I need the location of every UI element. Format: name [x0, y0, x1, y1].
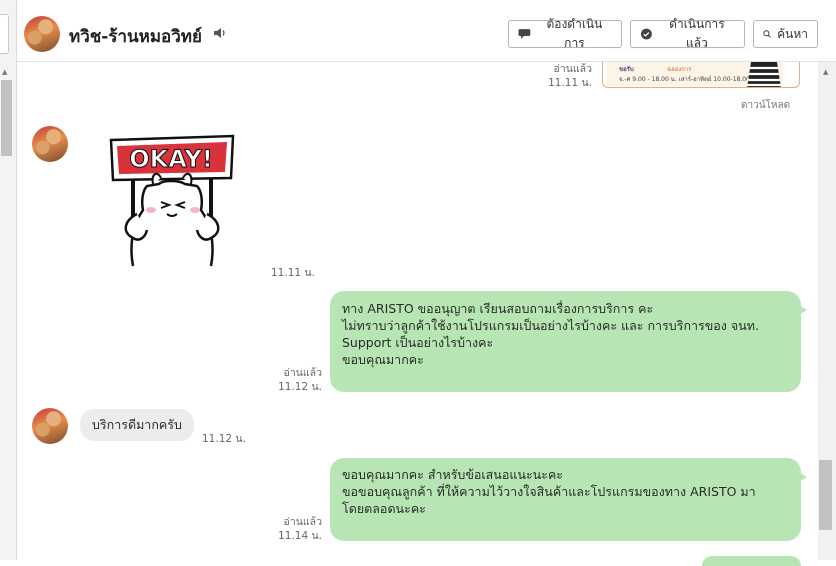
- scroll-up-arrow-icon[interactable]: ▲: [823, 68, 828, 76]
- read-receipt: อ่านแล้ว: [283, 516, 322, 528]
- outgoing-message[interactable]: ขอบคุณมากคะ สำหรับข้อเสนอแนะนะคะ ขอขอบคุ…: [330, 458, 807, 541]
- chat-check-icon: [640, 28, 652, 39]
- message-line: ขอขอบคุณลูกค้า ที่ให้ความไว้วางใจสินค้าแ…: [342, 484, 756, 499]
- bubble-tail: [799, 305, 807, 315]
- message-meta: อ่านแล้ว 11.11 น.: [540, 62, 592, 90]
- chat-bubble-icon: [518, 29, 531, 39]
- chat-title: ทวิช-ร้านหมอวิทย์: [69, 27, 202, 47]
- left-scrollbar-thumb[interactable]: [1, 80, 12, 156]
- sender-avatar[interactable]: [32, 408, 68, 444]
- okay-sticker[interactable]: OKAY!: [107, 134, 237, 270]
- message-line: Support เป็นอย่างไรบ้างคะ: [342, 335, 494, 350]
- read-receipt: อ่านแล้ว: [283, 367, 322, 379]
- left-panel-input-edge[interactable]: [0, 14, 9, 54]
- search-icon: [763, 30, 771, 38]
- message-line: ขอบคุณมากคะ: [342, 352, 424, 367]
- message-line: ทาง ARISTO ขออนุญาต เรียนสอบถามเรื่องการ…: [342, 301, 654, 316]
- message-line: ขอบคุณมากคะ สำหรับข้อเสนอแนะนะคะ: [342, 467, 564, 482]
- left-panel-edge: ▲: [0, 0, 17, 560]
- left-scroll-up-arrow-icon[interactable]: ▲: [2, 68, 7, 76]
- search-button-label: ค้นหา: [777, 26, 808, 41]
- sender-avatar[interactable]: [32, 126, 68, 162]
- done-button-label: ดำเนินการแล้ว: [669, 17, 725, 50]
- sticker-cheek: [146, 207, 156, 213]
- incoming-message[interactable]: บริการดีมากครับ: [80, 409, 194, 441]
- message-meta: อ่านแล้ว 11.12 น.: [270, 366, 322, 394]
- done-button[interactable]: ดำเนินการแล้ว: [630, 17, 745, 50]
- image-text-2: ฉลองการ: [667, 66, 692, 73]
- scrollbar-thumb[interactable]: [819, 460, 832, 530]
- image-text-1: ขอรับ: [619, 66, 634, 73]
- chat-scrollbar[interactable]: ▲: [818, 62, 836, 560]
- download-link[interactable]: ดาวน์โหลด: [741, 98, 790, 113]
- search-button[interactable]: ค้นหา: [753, 20, 818, 48]
- contact-avatar[interactable]: [24, 16, 60, 52]
- message-line: โดยตลอดนะคะ: [342, 501, 426, 516]
- sticker-body: [130, 179, 214, 267]
- bubble-tail: [799, 472, 807, 482]
- message-line: ไม่ทราบว่าลูกค้าใช้งานโปรแกรมเป็นอย่างไร…: [342, 318, 759, 333]
- message-time: 11.11 น.: [548, 77, 592, 89]
- message-time: 11.12 น.: [202, 433, 246, 445]
- chat-header: ทวิช-ร้านหมอวิทย์ ต้องดำเนินการ ดำเนินกา…: [17, 0, 836, 62]
- message-time: 11.11 น.: [271, 267, 315, 279]
- outgoing-message-partial[interactable]: [702, 556, 801, 566]
- image-person-figure: [747, 62, 781, 87]
- todo-button[interactable]: ต้องดำเนินการ: [508, 17, 622, 50]
- sticker-cheek: [190, 207, 200, 213]
- todo-button-label: ต้องดำเนินการ: [546, 17, 603, 50]
- message-time: 11.14 น.: [278, 530, 322, 542]
- sticker-text: OKAY!: [129, 145, 213, 173]
- read-receipt: อ่านแล้ว: [553, 63, 592, 75]
- sticker-stick: [209, 174, 213, 218]
- image-text-3: จ.-ศ 9.00 - 18.00 น. เสาร์-อาทิตย์ 10.00…: [619, 76, 758, 83]
- image-message[interactable]: ขอรับ ฉลองการ จ.-ศ 9.00 - 18.00 น. เสาร์…: [602, 62, 800, 88]
- message-meta: อ่านแล้ว 11.14 น.: [270, 515, 322, 543]
- speaker-icon[interactable]: [213, 27, 227, 39]
- outgoing-message[interactable]: ทาง ARISTO ขออนุญาต เรียนสอบถามเรื่องการ…: [330, 291, 807, 392]
- message-time: 11.12 น.: [278, 381, 322, 393]
